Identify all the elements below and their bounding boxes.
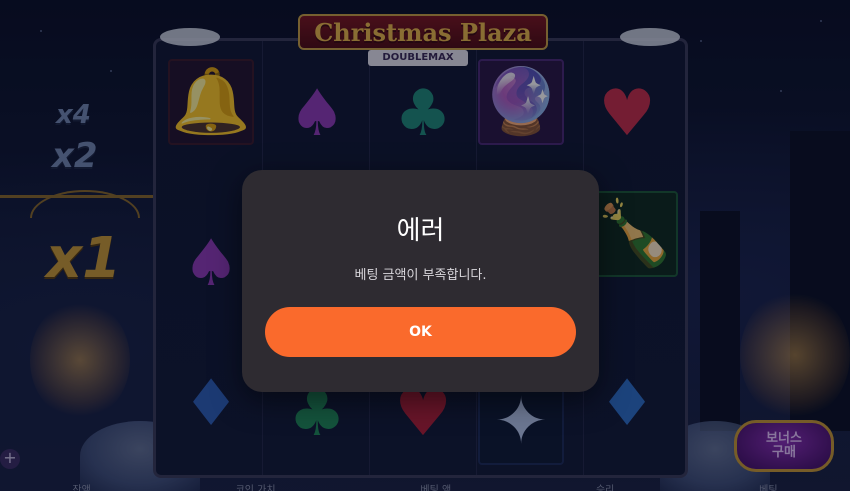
ok-button[interactable]: OK <box>265 307 576 357</box>
error-dialog: 에러 베팅 금액이 부족합니다. OK <box>242 170 599 392</box>
dialog-message: 베팅 금액이 부족합니다. <box>354 268 487 283</box>
dialog-title: 에러 <box>396 216 445 246</box>
